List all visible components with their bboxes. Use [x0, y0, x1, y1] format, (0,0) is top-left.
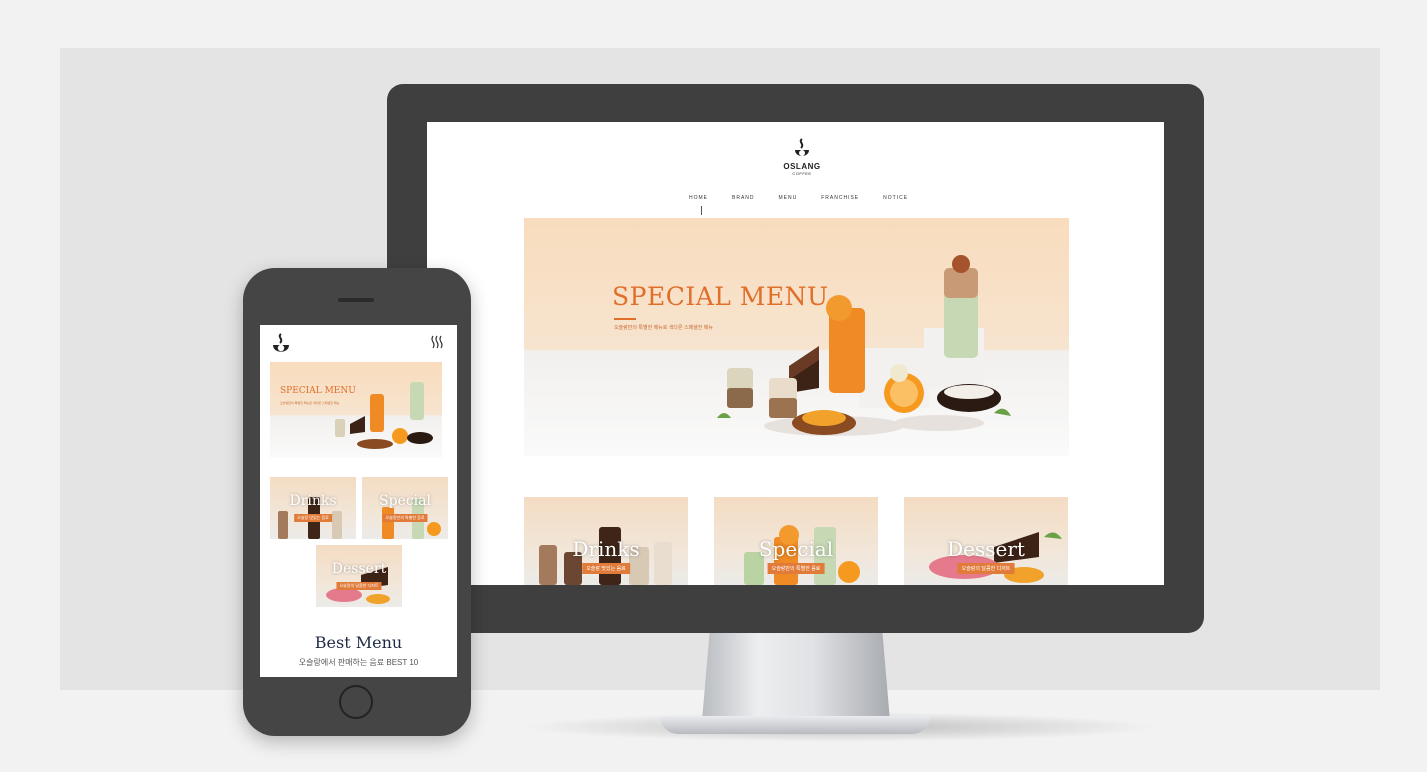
- nav-brand[interactable]: BRAND: [732, 195, 755, 201]
- nav-notice[interactable]: NOTICE: [883, 195, 908, 201]
- mobile-screen: SPECIAL MENU 오슬랑만의 특별한 메뉴로 색다른 스페셜한 메뉴 D…: [260, 325, 457, 677]
- phone-speaker: [338, 298, 374, 302]
- menu-icon[interactable]: [430, 335, 444, 349]
- card-tag: 오슬랑의 달콤한 디저트: [336, 582, 382, 590]
- hero-banner[interactable]: SPECIAL MENU 오슬랑만의 특별한 메뉴로 색다른 스페셜한 메뉴: [524, 218, 1069, 456]
- coffee-cup-logo-icon[interactable]: [270, 333, 292, 357]
- coffee-cup-logo-icon: [795, 138, 809, 156]
- hero-menu-image: [335, 382, 433, 449]
- card-title: Dessert: [331, 561, 387, 577]
- hero-menu-image: [717, 255, 1011, 436]
- logo-name: OSLANG: [783, 162, 821, 171]
- card-title: Special: [758, 537, 834, 561]
- nav-menu[interactable]: MENU: [779, 195, 798, 201]
- desktop-monitor: OSLANG COFFEE HOME BRAND MENU FRANCHISE …: [387, 84, 1204, 633]
- monitor-stand-neck: [702, 633, 890, 721]
- logo-sub: COFFEE: [792, 171, 812, 176]
- card-title: Drinks: [572, 537, 640, 561]
- card-title: Special: [379, 493, 431, 509]
- desktop-screen: OSLANG COFFEE HOME BRAND MENU FRANCHISE …: [427, 122, 1164, 585]
- mobile-category-card-dessert[interactable]: Dessert 오슬랑의 달콤한 디저트: [316, 545, 402, 607]
- best-menu-subtitle: 오슬랑에서 판매하는 음료 BEST 10: [298, 658, 419, 667]
- mobile-category-card-drinks[interactable]: Drinks 오슬랑 맛있는 음료: [270, 477, 356, 539]
- category-card-special[interactable]: Special 오슬랑만의 특별한 음료: [714, 497, 878, 585]
- card-title: Dessert: [947, 537, 1025, 561]
- mobile-hero-banner[interactable]: SPECIAL MENU 오슬랑만의 특별한 메뉴로 색다른 스페셜한 메뉴: [270, 362, 442, 458]
- card-tag: 오슬랑만의 특별한 음료: [767, 563, 825, 574]
- mobile-category-card-special[interactable]: Special 오슬랑만의 특별한 음료: [362, 477, 448, 539]
- home-button[interactable]: [339, 685, 373, 719]
- card-title: Drinks: [289, 493, 337, 509]
- category-card-dessert[interactable]: Dessert 오슬랑의 달콤한 디저트: [904, 497, 1068, 585]
- nav-home[interactable]: HOME: [689, 195, 708, 201]
- site-logo[interactable]: OSLANG COFFEE: [772, 138, 832, 188]
- mobile-phone: SPECIAL MENU 오슬랑만의 특별한 메뉴로 색다른 스페셜한 메뉴 D…: [243, 268, 471, 736]
- card-tag: 오슬랑의 달콤한 디저트: [957, 563, 1015, 574]
- best-menu-title: Best Menu: [314, 633, 403, 652]
- category-cards: Drinks 오슬랑 맛있는 음료 Special 오슬랑만의 특별한 음료 D…: [524, 497, 1069, 585]
- nav-active-indicator: [701, 206, 702, 215]
- category-card-drinks[interactable]: Drinks 오슬랑 맛있는 음료: [524, 497, 688, 585]
- hero-divider: [614, 318, 636, 320]
- nav-franchise[interactable]: FRANCHISE: [821, 195, 859, 201]
- main-nav: HOME BRAND MENU FRANCHISE NOTICE: [689, 195, 908, 201]
- card-tag: 오슬랑 맛있는 음료: [294, 514, 332, 522]
- card-tag: 오슬랑만의 특별한 음료: [382, 514, 428, 522]
- card-tag: 오슬랑 맛있는 음료: [582, 563, 630, 574]
- monitor-stand-base: [660, 716, 930, 734]
